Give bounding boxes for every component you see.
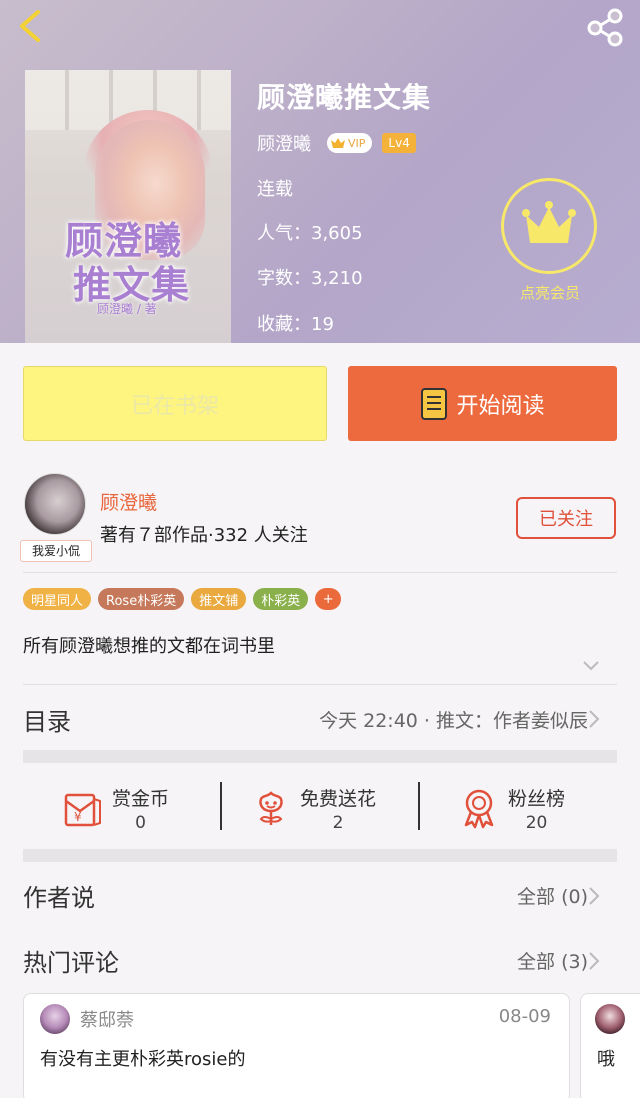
section-separator bbox=[23, 849, 617, 862]
header-author-name[interactable]: 顾澄曦 bbox=[257, 130, 311, 156]
cover-author-credit: 顾澄曦 / 著 bbox=[97, 302, 157, 316]
comment-card[interactable]: 蔡邸萘 08-09 有没有主更朴彩英rosie的 bbox=[23, 993, 570, 1098]
author-row: 顾澄曦 VIP Lv4 bbox=[257, 130, 416, 156]
share-button[interactable] bbox=[584, 6, 626, 48]
tag-item[interactable]: Rose朴彩英 bbox=[98, 588, 185, 610]
hot-comments-all-link[interactable]: 全部 (3) bbox=[517, 947, 588, 974]
start-reading-button[interactable]: 开始阅读 bbox=[348, 366, 617, 441]
avatar-tag: 我爱小侃 bbox=[20, 540, 92, 562]
favorites-stat: 收藏：19 bbox=[257, 314, 334, 335]
in-bookshelf-button[interactable]: 已在书架 bbox=[23, 366, 327, 441]
author-name-link[interactable]: 顾澄曦 bbox=[100, 488, 157, 515]
chevron-down-icon[interactable] bbox=[582, 660, 600, 672]
section-separator bbox=[23, 750, 617, 763]
book-title: 顾澄曦推文集 bbox=[257, 81, 432, 114]
book-icon bbox=[421, 387, 448, 420]
vip-badge: VIP bbox=[327, 133, 373, 153]
popularity-stat: 人气：3,605 bbox=[257, 223, 363, 244]
comment-text: 哦 bbox=[597, 1049, 615, 1070]
author-says-all-link[interactable]: 全部 (0) bbox=[517, 882, 588, 909]
reward-coins-button[interactable]: ¥ 赏金币 0 bbox=[62, 778, 169, 838]
chevron-right-icon bbox=[589, 952, 600, 970]
member-label: 点亮会员 bbox=[519, 284, 580, 302]
activate-membership-button[interactable]: 点亮会员 bbox=[500, 176, 600, 306]
add-tag-button[interactable]: + bbox=[315, 588, 342, 610]
toc-label[interactable]: 目录 bbox=[23, 702, 71, 737]
divider bbox=[23, 572, 617, 573]
level-badge: Lv4 bbox=[382, 133, 416, 153]
vip-label: VIP bbox=[348, 136, 366, 150]
fan-ranking-button[interactable]: 粉丝榜 20 bbox=[458, 778, 565, 838]
reward-count: 0 bbox=[135, 812, 146, 833]
author-avatar[interactable] bbox=[24, 473, 86, 535]
tag-list: 明星同人 Rose朴彩英 推文铺 朴彩英 + bbox=[23, 588, 342, 610]
crown-icon bbox=[522, 201, 576, 243]
tag-item[interactable]: 明星同人 bbox=[23, 588, 92, 610]
red-envelope-icon: ¥ bbox=[64, 793, 101, 827]
vertical-separator bbox=[220, 782, 222, 830]
divider bbox=[23, 684, 617, 685]
follow-button[interactable]: 已关注 bbox=[516, 497, 616, 539]
svg-text:¥: ¥ bbox=[74, 810, 82, 824]
author-says-title: 作者说 bbox=[23, 884, 95, 912]
chevron-right-icon bbox=[589, 710, 600, 728]
book-description: 所有顾澄曦想推的文都在词书里 bbox=[23, 636, 275, 657]
hot-comments-title: 热门评论 bbox=[23, 949, 119, 977]
commenter-avatar[interactable] bbox=[595, 1004, 625, 1034]
chevron-right-icon bbox=[589, 887, 600, 905]
comment-card[interactable]: 哦 bbox=[580, 993, 640, 1098]
crown-icon bbox=[331, 138, 345, 148]
vertical-separator bbox=[418, 782, 420, 830]
start-reading-label: 开始阅读 bbox=[456, 393, 545, 419]
reward-name: 赏金币 bbox=[112, 787, 170, 810]
reward-name: 粉丝榜 bbox=[508, 787, 566, 810]
tag-item[interactable]: 朴彩英 bbox=[253, 588, 309, 610]
comment-date: 08-09 bbox=[498, 1006, 551, 1027]
latest-chapter[interactable]: 今天 22:40 · 推文：作者姜似辰 bbox=[319, 706, 588, 733]
book-header: 顾澄曦 推文集 顾澄曦 / 著 顾澄曦推文集 顾澄曦 VIP Lv4 连载 人气… bbox=[0, 0, 640, 343]
author-meta: 著有７部作品·332 人关注 bbox=[100, 525, 308, 546]
share-icon bbox=[587, 8, 623, 47]
flower-icon bbox=[259, 791, 283, 825]
comment-text: 有没有主更朴彩英rosie的 bbox=[40, 1049, 246, 1070]
send-flower-button[interactable]: 免费送花 2 bbox=[250, 778, 376, 838]
back-button[interactable] bbox=[14, 8, 48, 44]
reward-count: 2 bbox=[332, 812, 344, 833]
commenter-name[interactable]: 蔡邸萘 bbox=[80, 1006, 134, 1032]
tag-item[interactable]: 推文铺 bbox=[191, 588, 247, 610]
chevron-left-icon bbox=[20, 10, 40, 42]
reward-count: 20 bbox=[525, 812, 548, 833]
reward-name: 免费送花 bbox=[300, 787, 377, 810]
commenter-avatar[interactable] bbox=[40, 1004, 70, 1034]
member-circle bbox=[501, 178, 597, 274]
word-count-stat: 字数：3,210 bbox=[257, 268, 363, 289]
medal-icon bbox=[464, 789, 494, 829]
book-cover[interactable]: 顾澄曦 推文集 顾澄曦 / 著 bbox=[25, 70, 231, 343]
serial-status: 连载 bbox=[257, 179, 293, 200]
